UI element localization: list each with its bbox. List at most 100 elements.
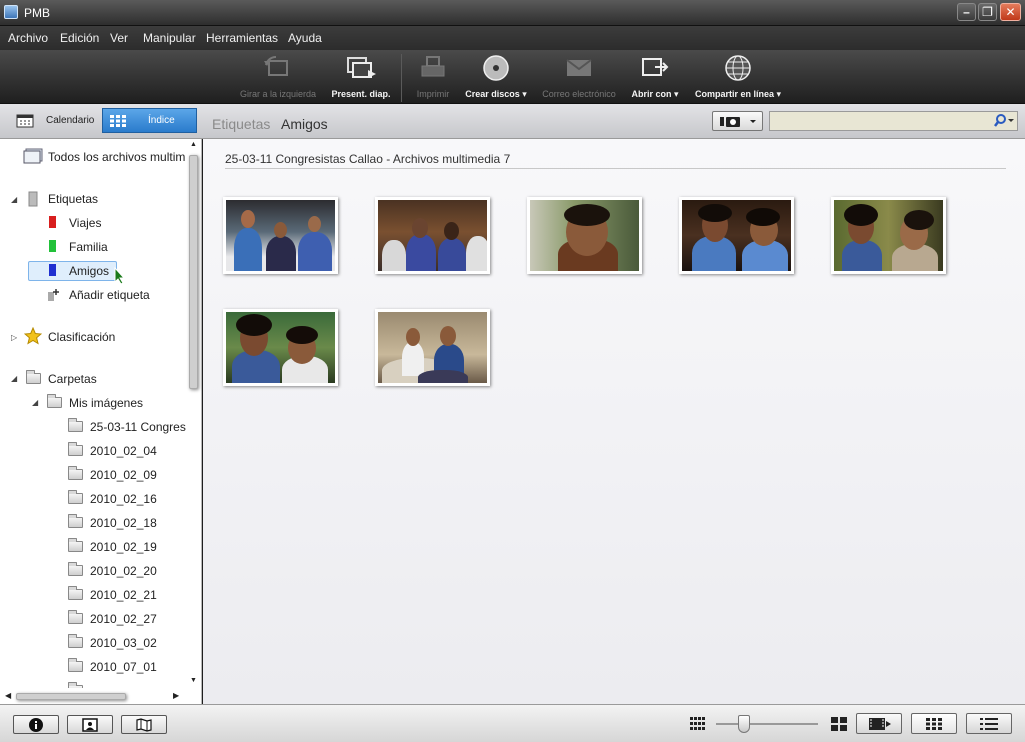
filmstrip-view-button[interactable] xyxy=(856,713,902,734)
collapse-folders-icon[interactable]: ◢ xyxy=(11,374,17,383)
tag-item-viajes[interactable]: Viajes xyxy=(69,216,101,230)
camera-icon xyxy=(720,117,756,127)
breadcrumb-current: Amigos xyxy=(281,116,328,132)
collapse-my-pictures-icon[interactable]: ◢ xyxy=(32,398,38,407)
folder-item[interactable]: 2010_02_21 xyxy=(90,588,157,602)
add-tag-item[interactable]: Añadir etiqueta xyxy=(69,288,150,302)
minimize-button[interactable]: – xyxy=(957,3,976,21)
map-icon xyxy=(136,717,152,732)
tag-item-amigos[interactable]: Amigos xyxy=(69,264,109,278)
maximize-button[interactable]: ❐ xyxy=(978,3,997,21)
folder-item[interactable]: 25-03-11 Congres xyxy=(90,420,186,434)
menu-ayuda[interactable]: Ayuda xyxy=(288,31,322,45)
photo-thumbnail[interactable] xyxy=(375,309,490,386)
photo-thumbnail[interactable] xyxy=(223,309,338,386)
sidebar: Todos los archivos multim ◢ Etiquetas Vi… xyxy=(0,139,202,704)
details-view-button[interactable] xyxy=(966,713,1012,734)
all-media-icon xyxy=(23,148,43,164)
all-media-item[interactable]: Todos los archivos multim xyxy=(48,150,185,164)
tags-header[interactable]: Etiquetas xyxy=(48,192,98,206)
photo-thumbnail[interactable] xyxy=(375,197,490,274)
scroll-left-icon[interactable]: ◀ xyxy=(5,691,11,700)
viewer-button[interactable] xyxy=(67,715,113,734)
photo-thumbnail[interactable] xyxy=(223,197,338,274)
zoom-slider-knob[interactable] xyxy=(738,715,750,733)
photo-thumbnail[interactable] xyxy=(527,197,642,274)
folders-header[interactable]: Carpetas xyxy=(48,372,97,386)
rotate-left-button[interactable]: Girar a la izquierda xyxy=(238,54,318,102)
create-discs-button[interactable]: Crear discos ▾ xyxy=(464,54,528,102)
tag-green-icon xyxy=(49,240,56,252)
folder-icon xyxy=(68,634,83,648)
folder-icon xyxy=(68,538,83,552)
menu-archivo[interactable]: Archivo xyxy=(8,31,48,45)
filmstrip-icon xyxy=(869,717,891,730)
grid-icon xyxy=(110,114,126,127)
folder-item[interactable]: 2010_02_19 xyxy=(90,540,157,554)
photo-thumbnail[interactable] xyxy=(831,197,946,274)
slideshow-button[interactable]: Present. diap. xyxy=(330,54,392,102)
folder-item[interactable]: 2010_02_09 xyxy=(90,468,157,482)
scroll-up-icon[interactable]: ▲ xyxy=(190,141,197,148)
folder-item[interactable]: 2010_02_18 xyxy=(90,516,157,530)
search-field[interactable] xyxy=(769,111,1018,131)
window-title: PMB xyxy=(24,6,51,20)
menu-edicion[interactable]: Edición xyxy=(60,31,99,45)
app-icon xyxy=(4,5,18,19)
tag-red-icon xyxy=(49,216,56,228)
slideshow-icon xyxy=(344,54,378,82)
media-type-dropdown[interactable] xyxy=(712,111,763,131)
scroll-thumb[interactable] xyxy=(189,155,198,389)
folder-item[interactable]: 2010_02_16 xyxy=(90,492,157,506)
tag-blue-icon xyxy=(49,264,56,276)
open-with-icon xyxy=(638,54,672,82)
rating-item[interactable]: Clasificación xyxy=(48,330,115,344)
folder-icon xyxy=(68,514,83,528)
calendar-icon xyxy=(16,114,34,127)
collapse-tags-icon[interactable]: ◢ xyxy=(11,195,17,204)
breadcrumb-parent[interactable]: Etiquetas xyxy=(212,116,270,132)
scroll-right-icon[interactable]: ▶ xyxy=(173,691,179,700)
close-button[interactable]: ✕ xyxy=(1000,3,1021,21)
print-icon xyxy=(416,54,450,82)
expand-rating-icon[interactable]: ▷ xyxy=(11,333,17,342)
search-icon[interactable] xyxy=(993,113,1015,129)
my-pictures-item[interactable]: Mis imágenes xyxy=(69,396,143,410)
folder-item[interactable]: 2010_02_04 xyxy=(90,444,157,458)
email-button[interactable]: Correo electrónico xyxy=(540,54,618,102)
sidebar-vertical-scrollbar[interactable]: ▲ ▼ xyxy=(188,139,201,689)
map-button[interactable] xyxy=(121,715,167,734)
info-button[interactable] xyxy=(13,715,59,734)
mail-icon xyxy=(562,54,596,82)
calendar-tab[interactable]: Calendario xyxy=(10,108,98,133)
rotate-left-icon xyxy=(261,54,295,82)
zoom-slider[interactable] xyxy=(716,723,818,725)
sidebar-horizontal-scrollbar[interactable]: ◀ ▶ xyxy=(0,688,188,704)
scroll-thumb[interactable] xyxy=(16,693,126,700)
picture-icon xyxy=(82,717,98,732)
photo-thumbnail[interactable] xyxy=(679,197,794,274)
small-thumbnails-icon[interactable] xyxy=(690,717,706,731)
menu-herramientas[interactable]: Herramientas xyxy=(206,31,278,45)
open-with-button[interactable]: Abrir con ▾ xyxy=(630,54,680,102)
print-button[interactable]: Imprimir xyxy=(412,54,454,102)
large-thumbnails-icon[interactable] xyxy=(831,717,847,731)
folder-item[interactable]: 2010_07_01 xyxy=(90,660,157,674)
folder-icon xyxy=(68,418,83,432)
folder-item[interactable]: 2010_02_20 xyxy=(90,564,157,578)
grid-view-button[interactable] xyxy=(911,713,957,734)
mouse-cursor-icon xyxy=(114,267,126,285)
index-tab[interactable]: Índice xyxy=(102,108,197,133)
folder-icon xyxy=(68,490,83,504)
group-divider xyxy=(225,168,1006,169)
share-online-button[interactable]: Compartir en línea ▾ xyxy=(692,54,784,102)
folder-icon xyxy=(68,658,83,672)
info-icon xyxy=(29,717,43,732)
tag-item-familia[interactable]: Familia xyxy=(69,240,108,254)
menu-manipular[interactable]: Manipular xyxy=(143,31,196,45)
folder-icon xyxy=(68,586,83,600)
folder-item[interactable]: 2010_03_02 xyxy=(90,636,157,650)
scroll-down-icon[interactable]: ▼ xyxy=(190,677,197,684)
menu-ver[interactable]: Ver xyxy=(110,31,128,45)
folder-item[interactable]: 2010_02_27 xyxy=(90,612,157,626)
